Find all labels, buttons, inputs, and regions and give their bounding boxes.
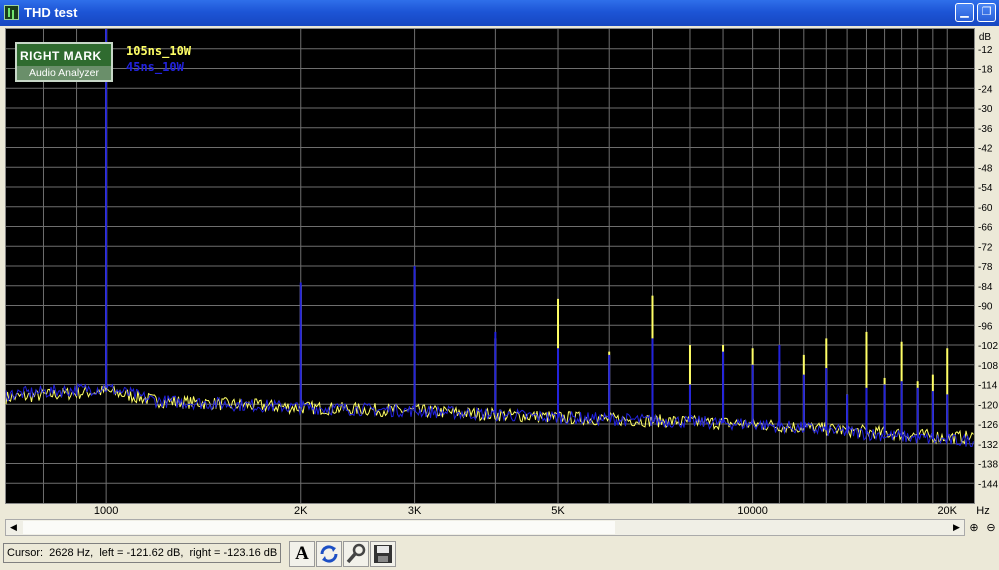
x-tick-label: 5K [551,505,565,517]
x-axis-label: Hz [976,505,989,517]
rightmark-logo: RIGHT MARK Audio Analyzer [15,42,113,82]
y-axis-label: dB [979,32,992,43]
x-tick-labels: 1000 2K 3K 5K 10000 20K [94,505,958,517]
scrollbar-thumb[interactable] [23,521,615,534]
y-tick-label: -120 [978,400,998,411]
x-tick-label: 10000 [737,505,768,517]
horizontal-scrollbar[interactable]: ◀ ▶ [5,519,965,536]
scroll-left-icon[interactable]: ◀ [6,520,21,535]
y-tick-label: -102 [978,341,998,352]
x-tick-label: 1000 [94,505,118,517]
y-tick-label: -108 [978,361,998,372]
logo-text-bottom: Audio Analyzer [17,66,111,80]
y-tick-label: -24 [978,84,993,95]
thd-spectrum-chart[interactable]: -12 -18 -24 -30 -36 -42 -48 -54 -60 -66 -72 -78 -84 -… [0,0,999,520]
y-tick-label: -36 [978,124,993,135]
x-tick-label: 2K [294,505,308,517]
settings-button[interactable] [343,541,369,567]
font-icon: A [295,543,309,564]
y-tick-labels: -12 -18 -24 -30 -36 -42 -48 -54 -60 -66 -72 -78 -84 -… [978,45,998,491]
y-tick-label: -72 [978,242,993,253]
y-tick-label: -84 [978,282,993,293]
y-tick-label: -48 [978,163,993,174]
wrench-icon [346,543,366,564]
zoom-out-icon[interactable]: ⊖ [983,520,999,536]
y-tick-label: -144 [978,479,998,490]
cursor-readout: Cursor: 2628 Hz, left = -121.62 dB, righ… [3,543,281,563]
y-tick-label: -30 [978,104,993,115]
y-tick-label: -132 [978,440,998,451]
refresh-icon [320,545,338,563]
y-tick-label: -114 [978,381,998,392]
y-tick-label: -78 [978,262,993,273]
series-105ns-10w [5,29,974,445]
y-tick-label: -66 [978,223,993,234]
y-tick-label: -90 [978,302,993,313]
save-icon [374,545,392,563]
x-tick-label: 20K [937,505,957,517]
legend-entry-105ns: 105ns_10W [126,44,192,58]
zoom-in-icon[interactable]: ⊕ [966,520,982,536]
x-tick-label: 3K [408,505,422,517]
legend-entry-45ns: 45ns_10W [126,60,184,74]
y-tick-label: -126 [978,420,998,431]
y-tick-label: -60 [978,203,993,214]
noise-floor-trace [5,382,974,448]
y-tick-label: -96 [978,321,993,332]
y-tick-label: -18 [978,65,993,76]
y-tick-label: -12 [978,45,993,56]
y-tick-label: -138 [978,460,998,471]
y-tick-label: -54 [978,183,993,194]
logo-text-top: RIGHT MARK [20,49,102,63]
y-tick-label: -42 [978,144,993,155]
scroll-right-icon[interactable]: ▶ [949,520,964,535]
save-button[interactable] [370,541,396,567]
font-button[interactable]: A [289,541,315,567]
refresh-button[interactable] [316,541,342,567]
